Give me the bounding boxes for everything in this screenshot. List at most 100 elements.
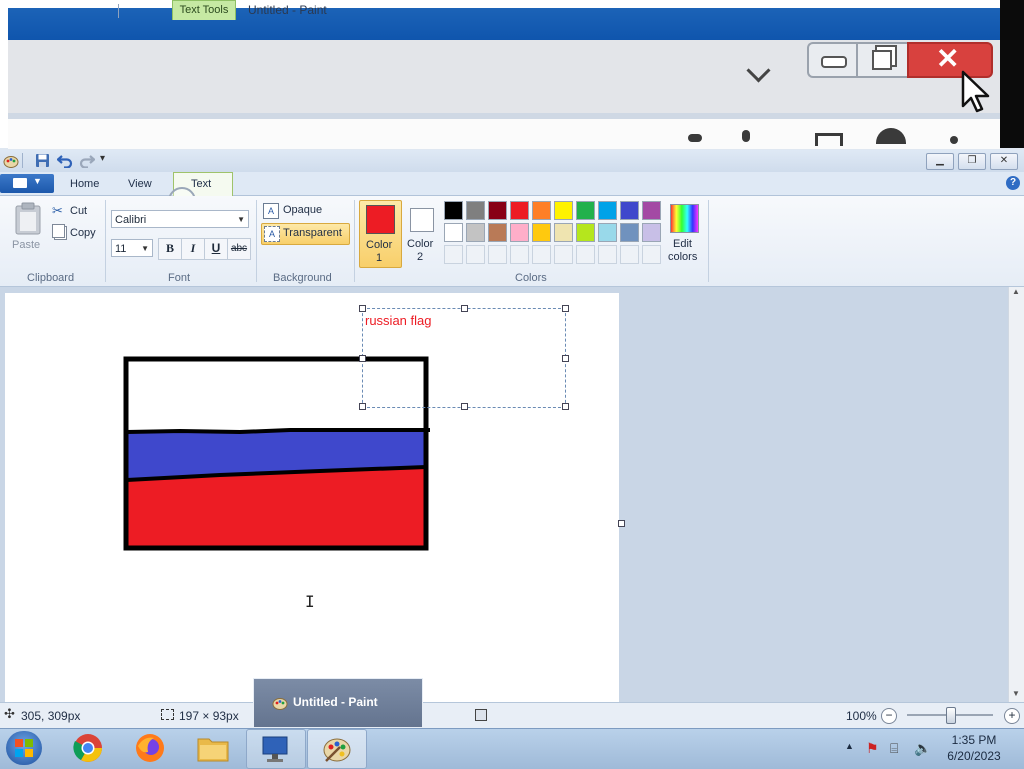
resize-handle[interactable] bbox=[461, 403, 468, 410]
chrome-icon bbox=[73, 734, 102, 762]
resize-handle[interactable] bbox=[562, 403, 569, 410]
qat-divider bbox=[22, 153, 23, 168]
palette-swatch[interactable] bbox=[488, 201, 507, 220]
magnified-toolbar-strip bbox=[8, 113, 1000, 149]
color1-button[interactable]: Color 1 bbox=[359, 200, 402, 268]
tab-home[interactable]: Home bbox=[70, 178, 99, 190]
selection-size-icon bbox=[161, 709, 174, 720]
zoom-out-button[interactable]: − bbox=[881, 708, 897, 724]
cut-button[interactable]: Cut bbox=[70, 205, 87, 217]
flag-divider-line bbox=[125, 428, 430, 435]
palette-swatch[interactable] bbox=[466, 223, 485, 242]
maximize-button[interactable]: ❐ bbox=[958, 153, 986, 170]
bold-button[interactable]: B bbox=[158, 238, 182, 260]
clock-time: 1:35 PM bbox=[951, 733, 997, 747]
resize-handle[interactable] bbox=[461, 305, 468, 312]
palette-swatch[interactable] bbox=[620, 223, 639, 242]
palette-swatch[interactable] bbox=[576, 223, 595, 242]
magnified-title-bar bbox=[8, 8, 1000, 40]
transparent-button[interactable]: A Transparent bbox=[261, 223, 350, 245]
resize-handle[interactable] bbox=[359, 403, 366, 410]
palette-swatch[interactable] bbox=[620, 201, 639, 220]
taskbar-network-app[interactable] bbox=[246, 729, 306, 769]
group-separator bbox=[256, 200, 257, 282]
close-icon: ✕ bbox=[936, 43, 960, 74]
tab-view[interactable]: View bbox=[128, 178, 152, 190]
canvas-text[interactable]: russian flag bbox=[365, 313, 431, 328]
palette-swatch[interactable] bbox=[488, 223, 507, 242]
undo-icon[interactable] bbox=[57, 153, 73, 168]
taskbar-chrome[interactable] bbox=[72, 732, 104, 764]
close-button[interactable]: ✕ bbox=[990, 153, 1018, 170]
palette-swatch[interactable] bbox=[532, 201, 551, 220]
color2-button[interactable]: Color 2 bbox=[404, 200, 440, 266]
resize-handle[interactable] bbox=[359, 305, 366, 312]
folder-icon bbox=[197, 738, 229, 762]
palette-swatch[interactable] bbox=[576, 201, 595, 220]
underline-button[interactable]: U bbox=[204, 238, 228, 260]
taskbar-file-explorer[interactable] bbox=[196, 733, 230, 763]
scroll-down-icon[interactable]: ▼ bbox=[1012, 689, 1020, 698]
italic-button[interactable]: I bbox=[181, 238, 205, 260]
palette-swatch[interactable] bbox=[510, 201, 529, 220]
palette-swatch[interactable] bbox=[642, 223, 661, 242]
palette-swatch[interactable] bbox=[444, 223, 463, 242]
palette-swatch[interactable] bbox=[598, 201, 617, 220]
paint-menu-button[interactable]: ▼ bbox=[0, 174, 54, 193]
palette-swatch[interactable] bbox=[554, 223, 573, 242]
save-icon[interactable] bbox=[35, 153, 50, 168]
magnified-icon-fragment bbox=[742, 130, 750, 142]
edit-colors-button[interactable]: Edit colors bbox=[666, 200, 702, 266]
palette-swatch[interactable] bbox=[444, 201, 463, 220]
custom-color-slot[interactable] bbox=[642, 245, 661, 264]
scroll-up-icon[interactable]: ▲ bbox=[1012, 287, 1020, 296]
custom-color-slot[interactable] bbox=[620, 245, 639, 264]
zoom-slider-thumb[interactable] bbox=[946, 707, 956, 724]
start-button[interactable] bbox=[6, 731, 42, 765]
resize-handle[interactable] bbox=[562, 355, 569, 362]
magnified-icon-fragment bbox=[950, 136, 958, 144]
custom-color-slot[interactable] bbox=[510, 245, 529, 264]
custom-color-slot[interactable] bbox=[598, 245, 617, 264]
ribbon-tab-row bbox=[0, 172, 1024, 196]
resize-handle[interactable] bbox=[359, 355, 366, 362]
customize-qat-icon[interactable]: ▾ bbox=[100, 153, 105, 164]
magnified-maximize-button bbox=[856, 42, 908, 78]
copy-button[interactable]: Copy bbox=[70, 227, 96, 239]
custom-color-slot[interactable] bbox=[532, 245, 551, 264]
palette-swatch[interactable] bbox=[532, 223, 551, 242]
paste-icon[interactable] bbox=[14, 201, 42, 235]
font-size-dropdown[interactable]: 11 ▼ bbox=[111, 239, 153, 257]
palette-swatch[interactable] bbox=[598, 223, 617, 242]
palette-swatch[interactable] bbox=[510, 223, 529, 242]
show-hidden-icons[interactable]: ▲ bbox=[845, 741, 854, 751]
palette-swatch[interactable] bbox=[642, 201, 661, 220]
paint-app-icon[interactable] bbox=[3, 153, 19, 169]
help-icon[interactable]: ? bbox=[1006, 176, 1020, 190]
custom-color-slot[interactable] bbox=[466, 245, 485, 264]
custom-color-slot[interactable] bbox=[488, 245, 507, 264]
clock[interactable]: 1:35 PM 6/20/2023 bbox=[935, 733, 1013, 765]
color2-number: 2 bbox=[417, 251, 424, 263]
custom-color-slot[interactable] bbox=[576, 245, 595, 264]
action-center-icon[interactable]: ⚑ bbox=[866, 740, 879, 757]
zoom-in-button[interactable]: + bbox=[1004, 708, 1020, 724]
paste-button[interactable]: Paste bbox=[12, 239, 40, 251]
palette-swatch[interactable] bbox=[554, 201, 573, 220]
opaque-button[interactable]: A Opaque bbox=[261, 202, 349, 220]
custom-color-slot[interactable] bbox=[444, 245, 463, 264]
palette-swatch[interactable] bbox=[466, 201, 485, 220]
vertical-scrollbar[interactable]: ▲ ▼ bbox=[1008, 287, 1024, 702]
canvas-resize-handle[interactable] bbox=[618, 520, 625, 527]
resize-handle[interactable] bbox=[562, 305, 569, 312]
taskbar-paint[interactable] bbox=[307, 729, 367, 769]
network-icon[interactable]: ⌸ bbox=[890, 740, 898, 757]
magnified-minimize-button bbox=[807, 42, 857, 78]
custom-color-slot[interactable] bbox=[554, 245, 573, 264]
redo-icon[interactable] bbox=[79, 153, 95, 168]
volume-muted-icon[interactable]: 🔈 bbox=[914, 740, 931, 757]
taskbar-firefox[interactable] bbox=[134, 732, 166, 764]
font-family-dropdown[interactable]: Calibri ▼ bbox=[111, 210, 249, 228]
strikethrough-button[interactable]: abc bbox=[227, 238, 251, 260]
minimize-button[interactable]: ▁ bbox=[926, 153, 954, 170]
